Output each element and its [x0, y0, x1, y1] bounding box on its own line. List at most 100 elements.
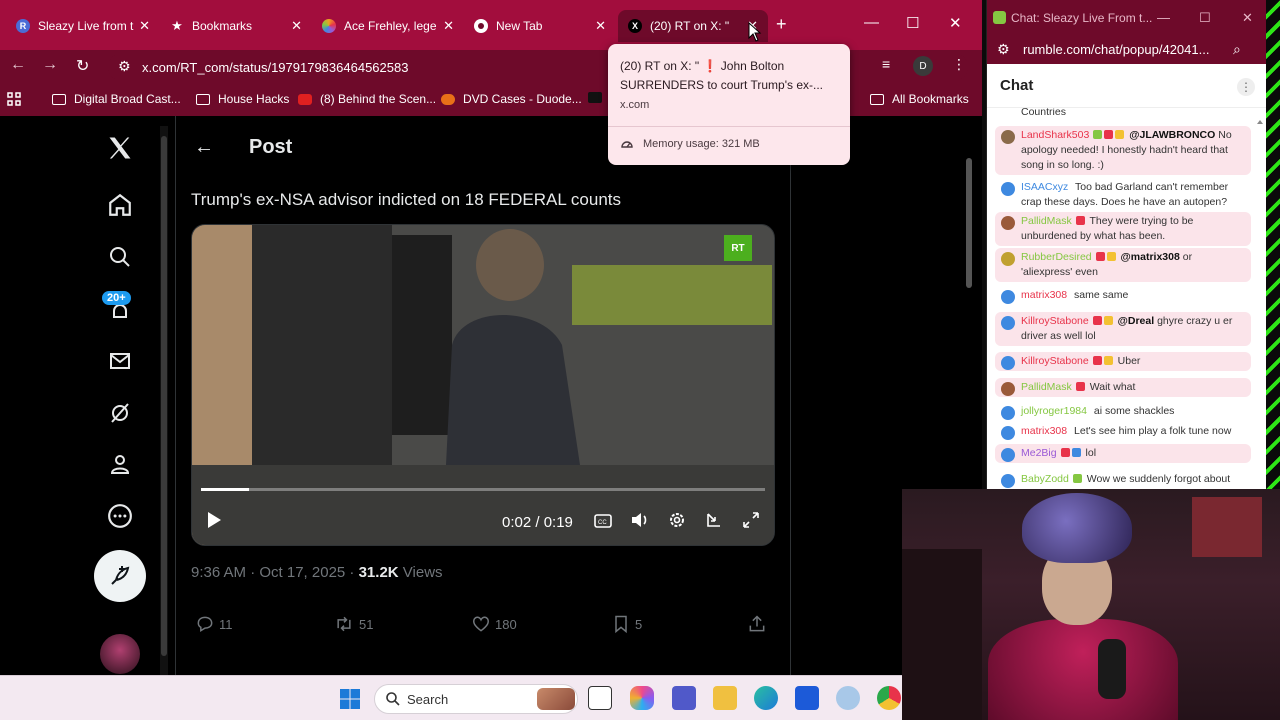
search-icon[interactable] — [104, 241, 136, 273]
chat-menu-icon[interactable]: ⋮ — [1237, 78, 1255, 96]
chat-username[interactable]: RubberDesired — [1021, 251, 1092, 263]
tab-bookmarks[interactable]: ★ Bookmarks ✕ — [160, 10, 308, 42]
x-logo-icon[interactable] — [104, 132, 136, 164]
pip-icon[interactable] — [705, 511, 723, 533]
chat-username[interactable]: Me2Big — [1021, 447, 1057, 459]
chat-url-bar[interactable]: ⚙ rumble.com/chat/popup/42041... ⌕ — [987, 36, 1266, 64]
chat-user-avatar[interactable] — [1001, 216, 1015, 230]
share-icon — [749, 615, 765, 632]
chat-username[interactable]: matrix308 — [1021, 289, 1067, 301]
chat-username[interactable]: BabyZodd — [1021, 473, 1069, 485]
video-progress-bar[interactable] — [201, 488, 765, 491]
chat-user-avatar[interactable] — [1001, 130, 1015, 144]
task-view-icon[interactable] — [588, 686, 612, 710]
close-icon[interactable]: ✕ — [291, 18, 302, 34]
chat-user-avatar[interactable] — [1001, 316, 1015, 330]
chat-username[interactable]: ISAACxyz — [1021, 181, 1068, 193]
apps-grid-icon[interactable] — [7, 92, 21, 106]
new-tab-button[interactable]: + — [776, 14, 787, 35]
chat-badge-icon — [1072, 474, 1082, 483]
tab-new-tab[interactable]: New Tab ✕ — [464, 10, 612, 42]
repost-button[interactable]: 51 — [333, 614, 373, 634]
captions-icon[interactable]: CC — [594, 513, 612, 533]
chat-username[interactable]: LandShark503 — [1021, 129, 1089, 141]
more-circle-icon[interactable] — [104, 500, 136, 532]
volume-icon[interactable] — [630, 511, 650, 533]
all-bookmarks[interactable]: All Bookmarks — [870, 92, 969, 106]
video-player[interactable]: RT 0:02 / 0:19 CC — [191, 224, 775, 546]
app-icon[interactable] — [836, 686, 860, 710]
store-icon[interactable] — [795, 686, 819, 710]
mail-icon[interactable] — [104, 345, 136, 377]
grok-icon[interactable] — [104, 397, 136, 429]
minimize-icon[interactable]: — — [864, 14, 879, 31]
chat-user-avatar[interactable] — [1001, 252, 1015, 266]
chat-user-avatar[interactable] — [1001, 290, 1015, 304]
chat-user-avatar[interactable] — [1001, 448, 1015, 462]
maximize-icon[interactable]: ☐ — [906, 14, 919, 32]
bookmark-item[interactable]: Digital Broad Cast... — [52, 92, 181, 106]
profile-icon[interactable] — [104, 448, 136, 480]
chat-user-avatar[interactable] — [1001, 426, 1015, 440]
teams-icon[interactable] — [672, 686, 696, 710]
edge-icon[interactable] — [754, 686, 778, 710]
bookmark-item[interactable]: (8) Behind the Scen... — [298, 92, 436, 106]
bookmark-item[interactable]: DVD Cases - Duode... — [441, 92, 582, 106]
minimize-icon[interactable]: — — [1157, 10, 1170, 25]
file-explorer-icon[interactable] — [713, 686, 737, 710]
chat-user-avatar[interactable] — [1001, 474, 1015, 488]
chat-scrollbar[interactable] — [1257, 112, 1263, 482]
chat-username[interactable]: KillroyStabone — [1021, 355, 1089, 367]
reading-list-icon[interactable]: ≡ — [882, 56, 890, 72]
tab-rt-on-x[interactable]: X (20) RT on X: " ✕ — [618, 10, 768, 42]
back-arrow-icon[interactable]: ← — [10, 56, 26, 74]
bookmark-item[interactable] — [588, 92, 610, 103]
close-icon[interactable]: ✕ — [139, 18, 150, 34]
site-info-icon[interactable]: ⚙ — [118, 58, 131, 75]
kebab-menu-icon[interactable]: ⋮ — [952, 56, 966, 73]
chat-user-avatar[interactable] — [1001, 182, 1015, 196]
close-window-icon[interactable]: ✕ — [949, 14, 962, 32]
reply-button[interactable]: 11 — [195, 614, 233, 634]
forward-arrow-icon[interactable]: → — [42, 56, 58, 74]
zoom-magnifier-icon[interactable]: ⌕ — [1233, 41, 1241, 58]
reload-icon[interactable]: ↻ — [76, 56, 89, 76]
compose-post-button[interactable] — [94, 550, 146, 602]
back-arrow-icon[interactable]: ← — [194, 136, 214, 159]
maximize-icon[interactable]: ☐ — [1199, 10, 1211, 26]
chat-message: ISAACxyz Too bad Garland can't remember … — [995, 178, 1251, 212]
chat-username[interactable]: PallidMask — [1021, 381, 1072, 393]
site-info-icon[interactable]: ⚙ — [997, 41, 1010, 58]
chrome-taskbar-icon[interactable] — [877, 686, 901, 710]
chat-user-avatar[interactable] — [1001, 356, 1015, 370]
chat-user-avatar[interactable] — [1001, 406, 1015, 420]
chat-username[interactable]: PallidMask — [1021, 215, 1072, 227]
chat-mention[interactable]: @Dreal — [1118, 315, 1155, 327]
windows-start-icon[interactable] — [339, 688, 361, 710]
close-icon[interactable]: ✕ — [595, 18, 606, 34]
tab-rumble[interactable]: R Sleazy Live from t ✕ — [6, 10, 156, 42]
share-button[interactable] — [747, 614, 771, 634]
chat-user-avatar[interactable] — [1001, 382, 1015, 396]
chat-mention[interactable]: @JLAWBRONCO — [1129, 129, 1215, 141]
bookmark-button[interactable]: 5 — [611, 614, 642, 634]
home-icon[interactable] — [104, 189, 136, 221]
chat-mention[interactable]: @matrix308 — [1121, 251, 1180, 263]
close-icon[interactable]: ✕ — [443, 18, 454, 34]
profile-avatar[interactable]: D — [913, 56, 933, 76]
tab-ace-frehley[interactable]: Ace Frehley, lege ✕ — [312, 10, 460, 42]
copilot-icon[interactable] — [630, 686, 654, 710]
post-timestamp[interactable]: 9:36 AM · Oct 17, 2025 · — [191, 564, 359, 581]
bookmark-item[interactable]: House Hacks — [196, 92, 289, 106]
account-avatar[interactable] — [100, 634, 140, 674]
taskbar-search[interactable]: Search — [374, 684, 578, 714]
play-icon[interactable] — [206, 511, 222, 533]
chat-username[interactable]: jollyroger1984 — [1021, 405, 1087, 417]
chat-username[interactable]: matrix308 — [1021, 425, 1067, 437]
fullscreen-icon[interactable] — [742, 511, 760, 533]
chat-username[interactable]: KillroyStabone — [1021, 315, 1089, 327]
like-button[interactable]: 180 — [471, 614, 517, 634]
settings-gear-icon[interactable] — [668, 511, 686, 533]
nav-scrollbar[interactable] — [160, 126, 168, 680]
close-window-icon[interactable]: ✕ — [1242, 10, 1253, 26]
